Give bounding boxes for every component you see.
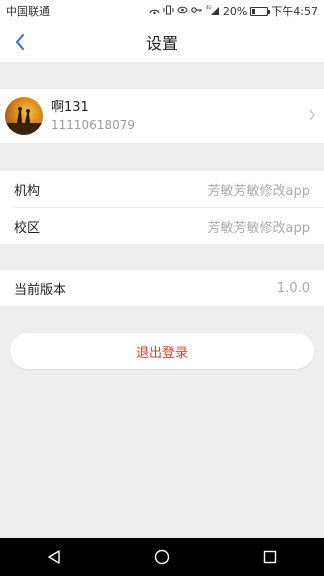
key-icon (191, 5, 203, 18)
version-group: 当前版本 1.0.0 (0, 270, 324, 306)
carrier-label: 中国联通 (6, 5, 50, 18)
vibrate-icon (163, 5, 174, 18)
logout-button[interactable]: 退出登录 (10, 333, 314, 369)
institution-row[interactable]: 机构 芳敏芳敏修改app (0, 171, 324, 207)
square-recents-icon (263, 550, 277, 564)
chevron-right-icon (309, 109, 315, 121)
status-icons: 4G 20% 下午4:57 (149, 3, 318, 19)
status-bar: 中国联通 4G 20% 下午4:57 (0, 0, 324, 22)
back-button[interactable] (6, 22, 34, 62)
version-row[interactable]: 当前版本 1.0.0 (0, 270, 324, 306)
system-recents-button[interactable] (250, 538, 290, 576)
circle-home-icon (154, 549, 170, 565)
version-value: 1.0.0 (276, 280, 310, 296)
logout-label: 退出登录 (135, 345, 188, 361)
org-group: 机构 芳敏芳敏修改app 校区 芳敏芳敏修改app (0, 171, 324, 244)
signal-icon: 4G (206, 5, 220, 18)
system-back-button[interactable] (34, 538, 74, 576)
profile-name: 啊131 (51, 100, 89, 115)
profile-phone: 11110618079 (51, 118, 135, 132)
page-title: 设置 (145, 34, 178, 53)
chevron-left-icon (16, 34, 24, 50)
institution-value: 芳敏芳敏修改app (207, 183, 310, 199)
campus-row[interactable]: 校区 芳敏芳敏修改app (0, 208, 324, 244)
battery-percent: 20% (222, 4, 248, 18)
avatar (5, 97, 43, 135)
nfc-icon (149, 5, 160, 18)
campus-label: 校区 (14, 220, 41, 236)
status-time: 下午4:57 (271, 5, 318, 18)
header-bar: 设置 (0, 22, 324, 62)
version-label: 当前版本 (14, 282, 67, 298)
eye-icon (177, 5, 188, 18)
network-type-label: 4G (206, 5, 212, 10)
profile-row[interactable]: 啊131 11110618079 (0, 89, 324, 143)
institution-label: 机构 (14, 183, 41, 199)
campus-value: 芳敏芳敏修改app (207, 220, 310, 236)
triangle-back-icon (48, 550, 60, 564)
system-nav-bar (0, 538, 324, 576)
battery-icon (250, 6, 271, 16)
system-home-button[interactable] (142, 538, 182, 576)
